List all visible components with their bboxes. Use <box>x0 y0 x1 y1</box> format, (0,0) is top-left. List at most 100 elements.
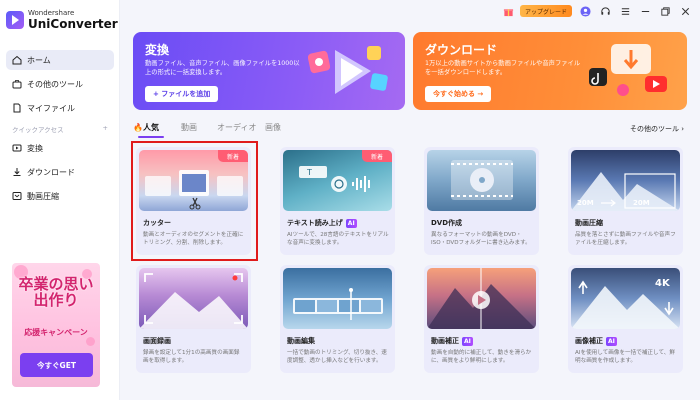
quick-access-header: クイックアクセス + <box>12 124 108 134</box>
title-bar: アップグレード <box>496 3 692 19</box>
promo-subtitle: 応援キャンペーン <box>24 328 88 337</box>
toolbox-icon <box>12 79 22 89</box>
home-icon <box>12 55 22 65</box>
ai-badge: AI <box>462 336 473 346</box>
card-thumbnail: 4K <box>571 268 680 329</box>
quick-item-compress[interactable]: 動画圧縮 <box>6 186 114 206</box>
card-thumbnail <box>427 268 536 329</box>
card-description: AIツールで、28言語のテキストをリアルな音声に変換します。 <box>287 232 389 247</box>
quick-item-download[interactable]: ダウンロード <box>6 162 114 182</box>
card-thumbnail: 20M 20M <box>571 150 680 211</box>
enhance-mountain-icon <box>427 268 536 329</box>
tool-card-dvd-burner[interactable]: DVD作成 異なるフォーマットの動画をDVD・ISO・DVDフォルダーに書き込み… <box>424 147 539 255</box>
card-title-text: 画面録画 <box>143 337 171 345</box>
card-title: DVD作成 <box>431 218 462 228</box>
start-now-button[interactable]: 今すぐ始める → <box>425 86 492 102</box>
card-title: 動画圧縮 <box>575 218 603 228</box>
tab-video[interactable]: 動画 <box>181 122 197 133</box>
selection-highlight <box>131 141 258 261</box>
gift-icon[interactable] <box>502 4 516 18</box>
fire-icon: 🔥 <box>133 123 143 132</box>
card-description: 異なるフォーマットの動画をDVD・ISO・DVDフォルダーに書き込みます。 <box>431 232 531 247</box>
compress-mountain-icon: 20M 20M <box>571 172 680 211</box>
nav-label: ダウンロード <box>27 167 75 177</box>
promo-get-button[interactable]: 今すぐGET <box>20 353 93 377</box>
quick-access-add-button[interactable]: + <box>103 124 108 134</box>
quick-access-label: クイックアクセス <box>12 126 64 134</box>
video-timeline-icon <box>293 288 383 320</box>
card-description: 一括で動画のトリミング、切り抜き、速度調整、透かし挿入などを行います。 <box>287 350 387 365</box>
restore-icon[interactable] <box>658 4 672 18</box>
card-title: 画面録画 <box>143 336 171 346</box>
nav-item-other-tools[interactable]: その他のツール <box>6 74 114 94</box>
nav-label: マイファイル <box>27 103 75 113</box>
card-title-text: DVD作成 <box>431 219 463 227</box>
nav-label: 動画圧縮 <box>27 191 59 201</box>
nav-item-home[interactable]: ホーム <box>6 50 114 70</box>
card-title-text: 動画編集 <box>287 337 315 345</box>
download-illustration-icon <box>589 44 667 96</box>
uniconverter-logo-icon <box>6 11 24 29</box>
download-icon <box>12 167 22 177</box>
download-banner-title: ダウンロード <box>425 43 498 57</box>
screen-record-icon <box>139 273 248 329</box>
tab-label: 人気 <box>142 123 159 132</box>
sakura-decoration <box>86 337 95 346</box>
new-badge: 新着 <box>362 150 392 162</box>
tab-image[interactable]: 画像 <box>265 122 281 133</box>
upscale-4k-label: 4K <box>655 278 671 289</box>
card-title: 動画編集 <box>287 336 315 346</box>
card-thumbnail: T 新着 <box>283 150 392 211</box>
card-title-text: 画像補正 <box>575 337 603 345</box>
tab-audio[interactable]: オーディオ <box>217 122 256 133</box>
tab-popular[interactable]: 🔥人気 <box>133 122 159 133</box>
tool-card-image-enhancer[interactable]: 4K 画像補正 AI AIを使用して画像を一括で補正して、鮮明な画質を作成します。 <box>568 265 683 373</box>
card-title-text: 動画補正 <box>431 337 459 345</box>
compress-icon <box>12 191 22 201</box>
menu-icon[interactable] <box>618 4 632 18</box>
sidebar: Wondershare UniConverter ホーム その他のツール マイフ… <box>0 0 120 400</box>
app-logo: Wondershare UniConverter <box>6 10 118 30</box>
upscale-mountain-icon: 4K <box>571 278 680 329</box>
close-icon[interactable] <box>678 4 692 18</box>
card-thumbnail <box>283 268 392 329</box>
add-file-button[interactable]: + ファイルを追加 <box>145 86 219 102</box>
tool-card-video-compressor[interactable]: 20M 20M 動画圧縮 品質を落とさずに動画ファイルや音声ファイルを圧縮します… <box>568 147 683 255</box>
category-tabs: 🔥人気 動画 オーディオ 画像 <box>133 120 687 138</box>
card-description: 録画を設定して1分1の高画質の画面録画を取得します。 <box>143 350 240 365</box>
tool-card-video-enhancer[interactable]: 動画補正 AI 動画を自動的に補正して、動きを滑らかに、画質をより鮮明にします。 <box>424 265 539 373</box>
main-nav: ホーム その他のツール マイファイル <box>6 50 114 122</box>
download-banner-desc: 1万以上の動画サイトから動画ファイルや音声ファイルを一括ダウンロードします。 <box>425 60 581 77</box>
card-title-text: テキスト読み上げ <box>287 219 343 227</box>
download-banner[interactable]: ダウンロード 1万以上の動画サイトから動画ファイルや音声ファイルを一括ダウンロー… <box>413 32 687 110</box>
convert-banner-title: 変換 <box>145 43 170 57</box>
ai-badge: AI <box>345 218 357 228</box>
card-title-text: 動画圧縮 <box>575 219 603 227</box>
tool-card-screen-recorder[interactable]: 画面録画 録画を設定して1分1の高画質の画面録画を取得します。 <box>136 265 251 373</box>
nav-label: ホーム <box>27 55 51 65</box>
tool-card-text-to-speech[interactable]: T 新着 テキスト読み上げ AI AIツールで、28言語のテキストをリアルな音声に… <box>280 147 395 255</box>
card-thumbnail <box>427 150 536 211</box>
card-title: 動画補正 AI <box>431 336 473 346</box>
other-tools-link[interactable]: その他のツール › <box>630 124 684 134</box>
headset-icon[interactable] <box>598 4 612 18</box>
nav-item-my-files[interactable]: マイファイル <box>6 98 114 118</box>
minimize-icon[interactable] <box>638 4 652 18</box>
card-thumbnail <box>139 268 248 329</box>
upgrade-button[interactable]: アップグレード <box>519 5 572 17</box>
promo-banner[interactable]: 卒業の思い出作り 応援キャンペーン 今すぐGET <box>12 263 100 387</box>
promo-title: 卒業の思い出作り <box>18 275 94 309</box>
brand-name: Wondershare <box>28 9 75 17</box>
quick-item-convert[interactable]: 変換 <box>6 138 114 158</box>
compress-before-label: 20M <box>577 199 594 207</box>
account-icon[interactable] <box>578 4 592 18</box>
card-title: 画像補正 AI <box>575 336 617 346</box>
card-description: 品質を落とさずに動画ファイルや音声ファイルを圧縮します。 <box>575 232 676 247</box>
product-name: UniConverter <box>28 17 118 31</box>
card-description: AIを使用して画像を一括で補正して、鮮明な画質を作成します。 <box>575 350 675 365</box>
file-icon <box>12 103 22 113</box>
tts-t-label: T <box>306 168 312 177</box>
nav-label: その他のツール <box>27 79 83 89</box>
convert-banner[interactable]: 変換 動画ファイル、音声ファイル、画像ファイルを1000以上の形式に一括変換しま… <box>133 32 405 110</box>
tool-card-video-editor[interactable]: 動画編集 一括で動画のトリミング、切り抜き、速度調整、透かし挿入などを行います。 <box>280 265 395 373</box>
